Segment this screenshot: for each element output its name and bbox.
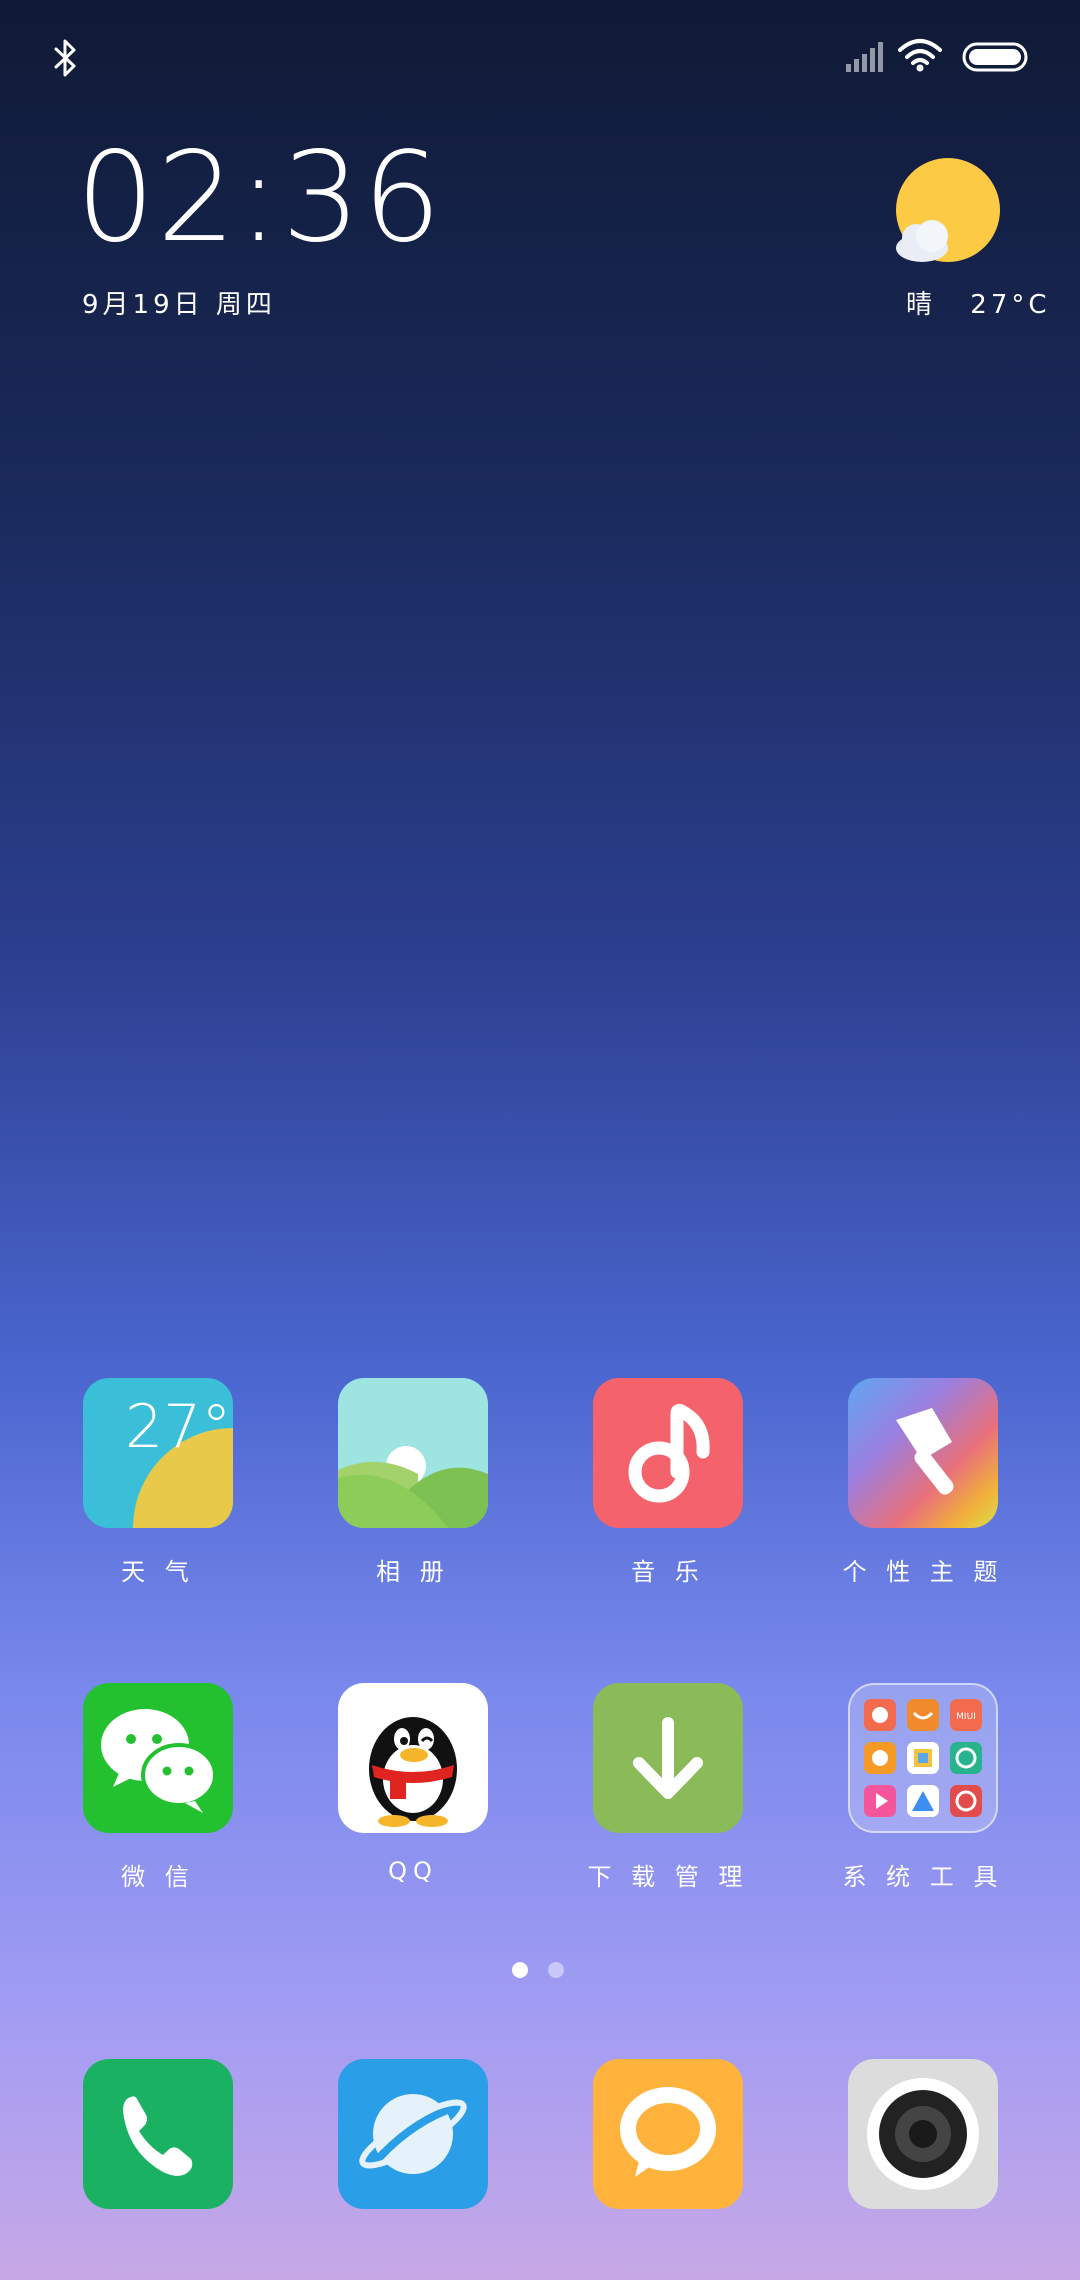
dock-browser[interactable] bbox=[338, 2059, 488, 2209]
folder-mini-text: MIUI bbox=[956, 1712, 976, 1722]
dock-phone[interactable] bbox=[83, 2059, 233, 2209]
dock-messages[interactable] bbox=[593, 2059, 743, 2209]
wifi-icon bbox=[898, 39, 942, 72]
app-themes[interactable] bbox=[848, 1378, 998, 1528]
qq-app-icon[interactable] bbox=[338, 1683, 488, 1833]
app-label-weather: 天 气 bbox=[121, 1558, 195, 1586]
signal-icon bbox=[846, 42, 883, 72]
app-label-gallery: 相 册 bbox=[376, 1558, 450, 1586]
weather-app-icon[interactable]: 27° bbox=[83, 1378, 233, 1528]
themes-app-icon[interactable] bbox=[848, 1378, 998, 1528]
music-app-icon[interactable] bbox=[593, 1378, 743, 1528]
phone-app-icon[interactable] bbox=[83, 2059, 233, 2209]
dock-camera[interactable] bbox=[848, 2059, 998, 2209]
page-indicator[interactable] bbox=[512, 1962, 572, 1982]
app-downloads[interactable] bbox=[593, 1683, 743, 1833]
app-label-downloads: 下 载 管 理 bbox=[587, 1863, 749, 1891]
download-app-icon[interactable] bbox=[593, 1683, 743, 1833]
weather-tile-temp: 27° bbox=[125, 1392, 232, 1462]
clock-time[interactable]: 02:36 bbox=[76, 136, 443, 260]
camera-app-icon[interactable] bbox=[848, 2059, 998, 2209]
app-label-music: 音 乐 bbox=[631, 1558, 705, 1586]
messages-app-icon[interactable] bbox=[593, 2059, 743, 2209]
app-label-qq: QQ bbox=[388, 1857, 438, 1885]
clock-date: 9月19日 周四 bbox=[82, 290, 276, 320]
app-folder-system-tools[interactable]: MIUI bbox=[848, 1683, 998, 1833]
weather-summary: 晴 27°C bbox=[906, 284, 1051, 321]
app-wechat[interactable] bbox=[83, 1683, 233, 1833]
battery-icon bbox=[962, 42, 1028, 72]
app-qq[interactable] bbox=[338, 1683, 488, 1833]
app-label-system-tools: 系 统 工 具 bbox=[842, 1863, 1004, 1891]
status-bar bbox=[0, 0, 1080, 110]
gallery-app-icon[interactable] bbox=[338, 1378, 488, 1528]
app-gallery[interactable] bbox=[338, 1378, 488, 1528]
weather-temperature: 27°C bbox=[970, 290, 1051, 320]
bluetooth-icon bbox=[54, 39, 76, 77]
page-dot-1-active[interactable] bbox=[512, 1962, 528, 1978]
app-music[interactable] bbox=[593, 1378, 743, 1528]
app-label-themes: 个 性 主 题 bbox=[842, 1558, 1004, 1586]
browser-app-icon[interactable] bbox=[338, 2059, 488, 2209]
weather-condition: 晴 bbox=[906, 290, 937, 320]
wechat-app-icon[interactable] bbox=[83, 1683, 233, 1833]
page-dot-2[interactable] bbox=[548, 1962, 564, 1978]
app-label-wechat: 微 信 bbox=[121, 1863, 195, 1891]
app-weather[interactable]: 27° bbox=[83, 1378, 233, 1528]
sun-cloud-icon[interactable] bbox=[892, 158, 1004, 270]
folder-app-icon[interactable]: MIUI bbox=[848, 1683, 998, 1833]
